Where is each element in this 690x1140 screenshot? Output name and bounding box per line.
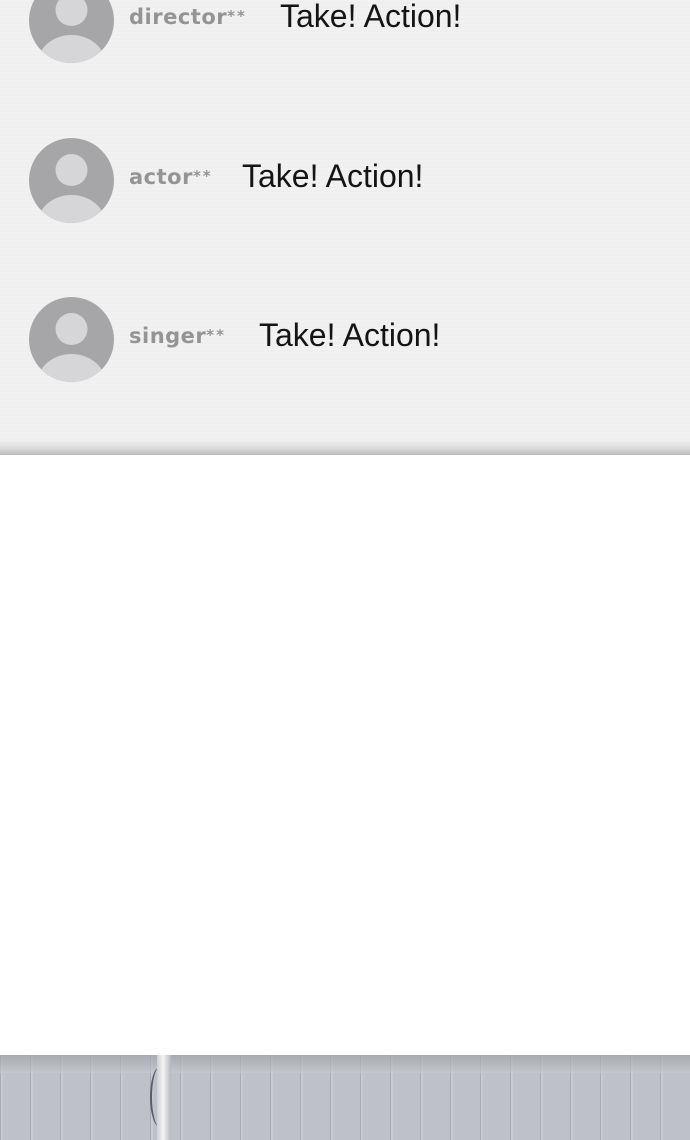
comment-item: singer** Take! Action!: [0, 297, 690, 387]
comment-item: actor** Take! Action!: [0, 138, 690, 228]
user-avatar-icon[interactable]: [29, 0, 114, 63]
comment-text: Take! Action!: [280, 0, 462, 34]
comment-text: Take! Action!: [242, 158, 424, 194]
user-avatar-icon[interactable]: [29, 297, 114, 382]
panel-bottom-shadow: [0, 440, 690, 455]
comment-username[interactable]: actor**: [129, 165, 213, 189]
user-avatar-icon[interactable]: [29, 138, 114, 223]
comment-list: director** Take! Action! actor** Take! A…: [0, 0, 690, 455]
scene-ceiling: [0, 1055, 690, 1073]
comment-text: Take! Action!: [259, 317, 441, 353]
scene-pole: [157, 1055, 171, 1140]
comment-username[interactable]: singer**: [129, 324, 226, 348]
comment-item: director** Take! Action!: [0, 0, 690, 68]
comic-panel-image: [0, 1055, 690, 1140]
comment-username[interactable]: director**: [129, 5, 247, 29]
